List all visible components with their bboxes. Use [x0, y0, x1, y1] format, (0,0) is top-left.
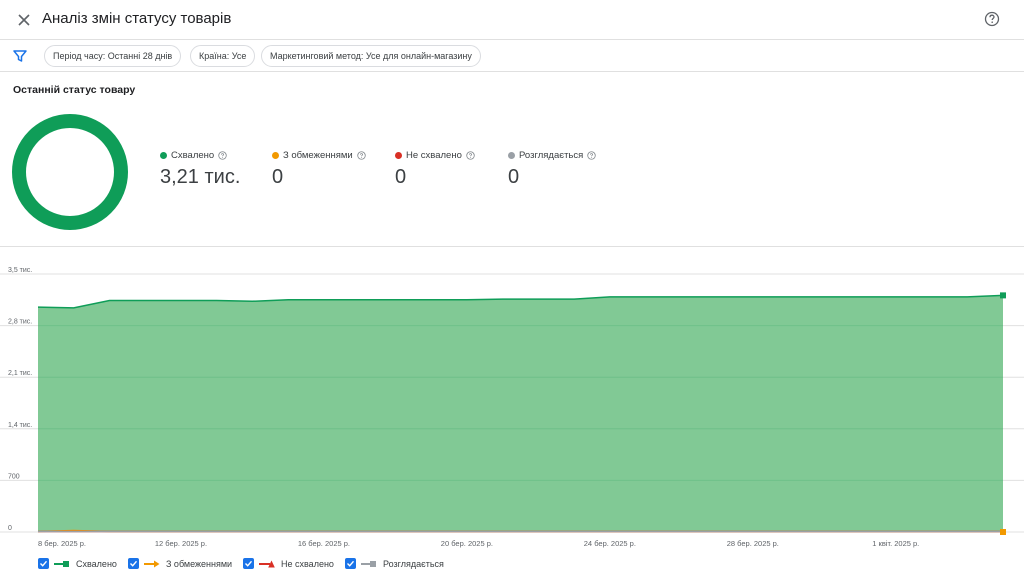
dialog-header: Аналіз змін статусу товарів: [0, 0, 1024, 40]
summary-title: Останній статус товару: [13, 84, 136, 96]
x-tick-label: 1 квіт. 2025 р.: [872, 539, 919, 548]
limited-dot: [272, 152, 279, 159]
help-icon[interactable]: [587, 151, 596, 160]
stat-approved: Схвалено 3,21 тис.: [160, 150, 240, 189]
legend-swatch-icon: [144, 560, 160, 567]
y-tick-label: 1,4 тис.: [8, 422, 32, 429]
status-donut-chart: [12, 114, 128, 230]
y-tick-label: 3,5 тис.: [8, 267, 32, 274]
y-tick-label: 2,8 тис.: [8, 319, 32, 326]
pending-dot: [508, 152, 515, 159]
stat-disapproved-value: 0: [395, 166, 407, 188]
stat-disapproved: Не схвалено 0: [395, 150, 475, 189]
x-tick-label: 8 бер. 2025 р.: [38, 539, 86, 548]
filter-chip-country[interactable]: Країна: Усе: [190, 45, 256, 67]
legend-item-disapproved[interactable]: Не схвалено: [243, 558, 334, 569]
legend-label: Розглядається: [383, 558, 444, 569]
status-trend-chart: 0 700 1,4 тис. 2,1 тис. 2,8 тис. 3,5 тис. 8 бе…: [0, 267, 1024, 548]
legend-label: З обмеженнями: [166, 558, 233, 569]
stat-pending-label: Розглядається: [519, 150, 584, 161]
status-summary: Останній статус товару Схвалено 3,21 тис…: [0, 72, 1024, 247]
stat-disapproved-label: Не схвалено: [406, 150, 462, 161]
checkbox[interactable]: [38, 558, 49, 569]
help-icon[interactable]: [466, 151, 475, 160]
series-area-approved: [38, 295, 1003, 532]
checkbox[interactable]: [345, 558, 356, 569]
filter-icon[interactable]: [12, 48, 28, 64]
filter-chip-marketing-method[interactable]: Маркетинговий метод: Усе для онлайн-мага…: [261, 45, 481, 67]
help-icon[interactable]: [218, 151, 227, 160]
help-icon: [984, 11, 1000, 27]
stat-pending-value: 0: [508, 166, 520, 188]
series-end-marker-limited: [1000, 529, 1006, 535]
legend-label: Не схвалено: [281, 558, 334, 569]
legend-item-approved[interactable]: Схвалено: [38, 558, 117, 569]
approved-dot: [160, 152, 167, 159]
checkbox[interactable]: [128, 558, 139, 569]
x-tick-label: 24 бер. 2025 р.: [584, 539, 636, 548]
chart-legend: Схвалено З обмеженнями Не схвалено Розгл…: [0, 556, 1024, 574]
y-tick-label: 2,1 тис.: [8, 370, 32, 377]
legend-item-pending[interactable]: Розглядається: [345, 558, 444, 569]
x-tick-label: 28 бер. 2025 р.: [727, 539, 779, 548]
filter-chip-period[interactable]: Період часу: Останні 28 днів: [44, 45, 182, 67]
close-button[interactable]: [12, 8, 36, 32]
stat-pending: Розглядається 0: [508, 150, 596, 189]
page-title: Аналіз змін статусу товарів: [42, 10, 232, 27]
disapproved-dot: [395, 152, 402, 159]
legend-swatch-icon: [361, 560, 376, 567]
legend-label: Схвалено: [76, 558, 117, 569]
y-tick-label: 700: [8, 473, 20, 480]
x-tick-label: 16 бер. 2025 р.: [298, 539, 350, 548]
stat-limited: З обмеженнями 0: [272, 150, 366, 189]
stat-limited-label: З обмеженнями: [283, 150, 353, 161]
legend-swatch-icon: [259, 560, 275, 567]
stat-approved-label: Схвалено: [171, 150, 215, 161]
help-icon[interactable]: [357, 151, 366, 160]
series-end-marker-approved: [1000, 292, 1006, 299]
x-tick-label: 20 бер. 2025 р.: [441, 539, 493, 548]
checkbox[interactable]: [243, 558, 254, 569]
x-tick-label: 12 бер. 2025 р.: [155, 539, 207, 548]
stat-approved-value: 3,21 тис.: [160, 166, 241, 188]
help-button[interactable]: [982, 9, 1002, 29]
legend-item-limited[interactable]: З обмеженнями: [128, 558, 232, 569]
legend-swatch-icon: [54, 560, 69, 567]
close-icon: [18, 14, 30, 26]
y-tick-label: 0: [8, 525, 12, 532]
filter-bar: Період часу: Останні 28 днів Країна: Усе…: [0, 40, 1024, 72]
stat-limited-value: 0: [272, 166, 284, 188]
